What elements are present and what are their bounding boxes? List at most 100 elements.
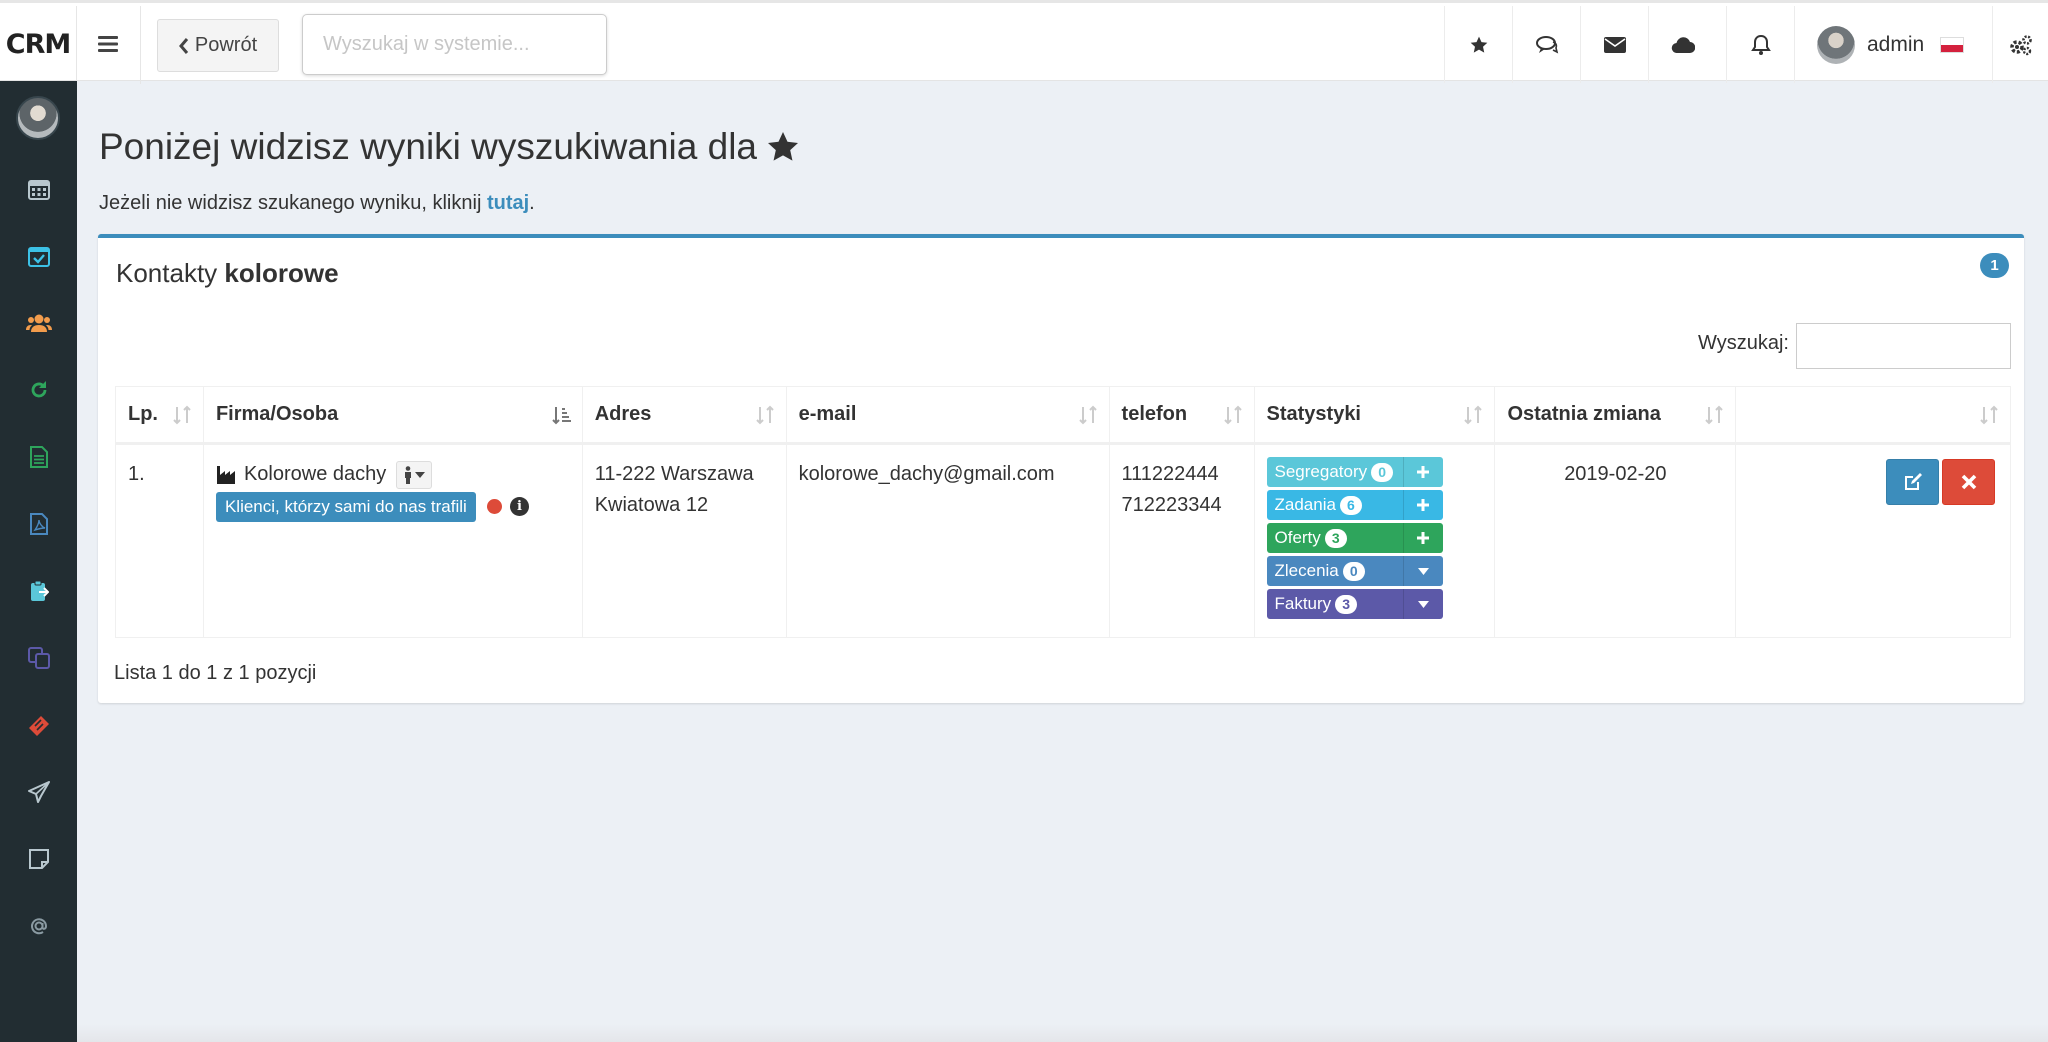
- column-header-adres[interactable]: Adres: [581, 386, 787, 445]
- sort-icon: [1464, 405, 1483, 424]
- address-line-1: 11-222 Warszawa: [594, 463, 754, 485]
- sidebar-item-tasks[interactable]: [0, 231, 77, 281]
- notifications-button[interactable]: [1726, 6, 1794, 83]
- sidebar-item-tickets[interactable]: [0, 700, 77, 750]
- column-header-actions[interactable]: [1735, 386, 2011, 445]
- column-header-lp[interactable]: Lp.: [115, 386, 204, 445]
- stat-zadania-link[interactable]: Zadania 6: [1267, 490, 1403, 520]
- user-menu[interactable]: admin: [1794, 6, 1992, 83]
- messages-button[interactable]: [1580, 6, 1648, 83]
- refresh-icon: [31, 381, 46, 398]
- results-count-badge: 1: [1980, 253, 2009, 278]
- paper-plane-icon: [27, 781, 50, 803]
- cloud-button[interactable]: [1648, 6, 1716, 83]
- add-task-button[interactable]: [1402, 490, 1443, 520]
- add-segregator-button[interactable]: [1402, 457, 1443, 487]
- cloud-icon: [1671, 36, 1695, 53]
- stat-zadania: Zadania 6: [1266, 490, 1443, 520]
- edit-icon: [1904, 473, 1922, 490]
- stat-segregatory: Segregatory 0: [1266, 457, 1443, 487]
- invoices-dropdown-button[interactable]: [1402, 589, 1443, 619]
- stat-count: 0: [1342, 561, 1365, 581]
- sidebar-item-pdf[interactable]: [0, 499, 77, 549]
- stat-faktury-link[interactable]: Faktury 3: [1267, 589, 1403, 619]
- phone-2[interactable]: 712223344: [1122, 490, 1242, 521]
- column-header-email[interactable]: e-mail: [785, 386, 1110, 445]
- divider: [140, 6, 141, 84]
- global-search-input[interactable]: [302, 14, 607, 75]
- stat-oferty-link[interactable]: Oferty 3: [1267, 523, 1403, 553]
- sidebar-item-refresh[interactable]: [0, 365, 77, 415]
- column-label: Adres: [594, 403, 652, 425]
- page-bottom: [77, 1024, 2048, 1042]
- delete-button[interactable]: [1942, 459, 1996, 505]
- settings-button[interactable]: [1992, 6, 2048, 83]
- caret-down-icon: [1417, 600, 1429, 608]
- star-icon: [1470, 36, 1487, 53]
- edit-button[interactable]: [1886, 459, 1940, 505]
- avatar[interactable]: [16, 96, 60, 140]
- stat-label: Faktury: [1274, 594, 1332, 613]
- back-button[interactable]: Powrót: [157, 19, 279, 72]
- table-info: Lista 1 do 1 z 1 pozycji: [114, 662, 317, 684]
- plus-icon: [1417, 499, 1429, 511]
- stat-count: 0: [1371, 462, 1394, 482]
- sidebar-item-email[interactable]: [0, 901, 77, 951]
- sidebar-item-copies[interactable]: [0, 633, 77, 683]
- stat-segregatory-link[interactable]: Segregatory 0: [1267, 457, 1403, 487]
- caret-down-icon: [1417, 567, 1429, 575]
- back-button-label: Powrót: [194, 34, 258, 56]
- stat-faktury: Faktury 3: [1266, 589, 1443, 619]
- column-label: Lp.: [128, 403, 158, 425]
- stat-zlecenia-link[interactable]: Zlecenia 0: [1267, 556, 1403, 586]
- contact-person-button[interactable]: [396, 460, 433, 489]
- favorites-button[interactable]: [1444, 6, 1512, 83]
- stat-zlecenia: Zlecenia 0: [1266, 556, 1443, 586]
- column-label: Statystyki: [1266, 403, 1362, 425]
- table-filter-label: Wyszukaj:: [1698, 332, 1789, 354]
- subtitle-end: .: [529, 192, 535, 214]
- column-label: telefon: [1121, 403, 1188, 425]
- sidebar-item-clipboard[interactable]: [0, 566, 77, 616]
- column-header-telefon[interactable]: telefon: [1108, 386, 1255, 445]
- plus-icon: [1417, 532, 1429, 544]
- at-icon: [30, 918, 47, 935]
- caret-down-icon: [415, 471, 426, 478]
- table-filter-input[interactable]: [1796, 323, 2011, 369]
- sidebar-item-contacts[interactable]: [0, 298, 77, 348]
- info-icon[interactable]: i: [509, 497, 529, 517]
- stat-label: Zlecenia: [1274, 561, 1339, 580]
- phone-1[interactable]: 111222444: [1122, 459, 1242, 490]
- company-name[interactable]: Kolorowe dachy: [244, 459, 386, 490]
- cell-lp: 1.: [115, 443, 204, 638]
- client-group-label[interactable]: Klienci, którzy sami do nas trafili: [215, 492, 476, 522]
- envelope-icon: [1603, 36, 1626, 53]
- app-logo[interactable]: CRM: [0, 6, 76, 82]
- column-header-ostatnia-zmiana[interactable]: Ostatnia zmiana: [1494, 386, 1737, 445]
- sort-icon: [1078, 405, 1097, 424]
- sidebar-item-calendar[interactable]: [0, 164, 77, 214]
- menu-toggle-button[interactable]: [76, 6, 140, 82]
- cell-statystyki: Segregatory 0 Zadania 6 Oferty 3 Zlecenia 0: [1253, 443, 1496, 638]
- comments-icon: [1535, 35, 1558, 53]
- cell-telefon: 111222444 712223344: [1108, 443, 1255, 638]
- file-pdf-icon: [29, 513, 48, 535]
- user-name: admin: [1867, 32, 1925, 56]
- sidebar-item-send[interactable]: [0, 767, 77, 817]
- help-link[interactable]: tutaj: [487, 192, 529, 214]
- column-header-statystyki[interactable]: Statystyki: [1253, 386, 1496, 445]
- copy-icon: [27, 647, 50, 669]
- orders-dropdown-button[interactable]: [1402, 556, 1443, 586]
- company-name-line: Kolorowe dachy: [216, 459, 570, 490]
- subtitle-text: Jeżeli nie widzisz szukanego wyniku, kli…: [99, 192, 482, 214]
- chat-button[interactable]: [1512, 6, 1580, 83]
- sort-icon: [1705, 405, 1723, 424]
- stat-count: 3: [1324, 528, 1347, 548]
- sidebar-item-documents[interactable]: [0, 432, 77, 482]
- gears-icon: [2009, 34, 2032, 55]
- results-box: Kontakty kolorowe 1 Wyszukaj: Lp. Firma/…: [98, 234, 2024, 703]
- column-header-firma[interactable]: Firma/Osoba: [202, 386, 583, 445]
- add-offer-button[interactable]: [1402, 523, 1443, 553]
- sidebar-item-notes[interactable]: [0, 834, 77, 884]
- cell-email[interactable]: kolorowe_dachy@gmail.com: [785, 443, 1110, 638]
